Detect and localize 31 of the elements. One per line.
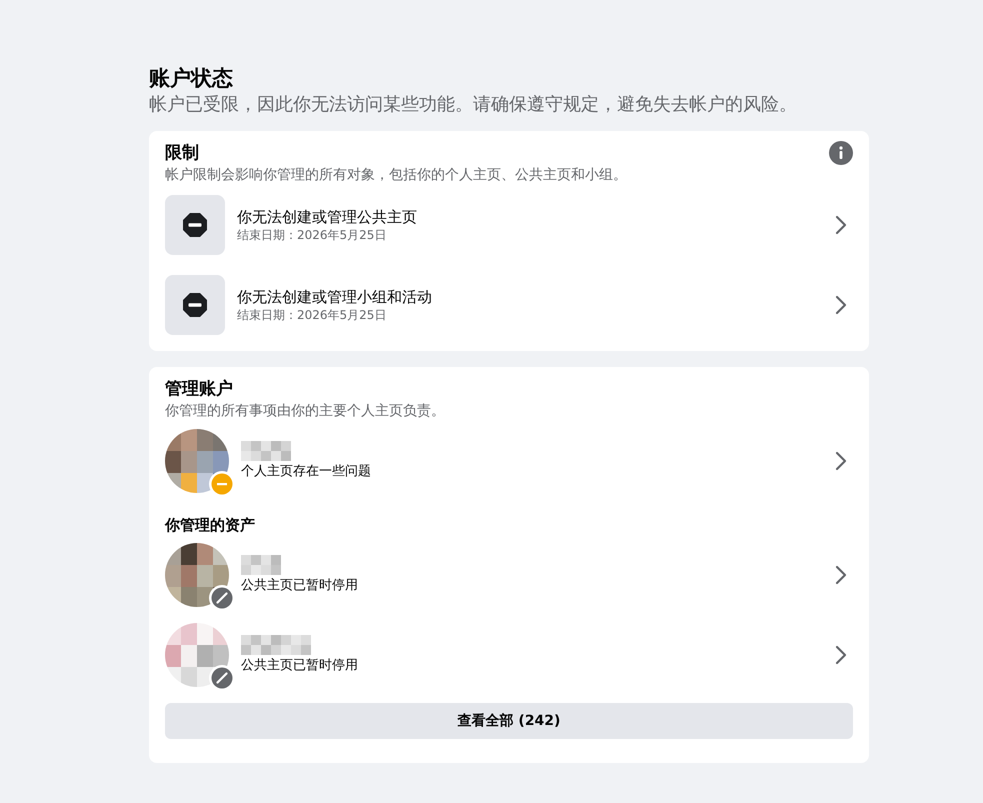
blocked-icon: [182, 292, 208, 318]
restriction-title: 你无法创建或管理公共主页: [237, 207, 418, 227]
end-date: 结束日期：2026年5月25日: [237, 307, 388, 323]
section-title: 限制: [165, 142, 200, 165]
blocked-icon: [182, 212, 208, 238]
section-title: 管理账户: [165, 378, 234, 401]
profile-status: 个人主页存在一些问题: [241, 463, 372, 481]
redacted-name-drawing: [241, 441, 291, 461]
asset-item[interactable]: 公共主页已暂时停用: [165, 535, 853, 615]
redacted-name-drawing: [241, 635, 311, 655]
asset-status: 公共主页已暂时停用: [241, 657, 359, 675]
chevron-right-icon: [835, 295, 847, 315]
section-description: 帐户限制会影响你管理的所有对象，包括你的个人主页、公共主页和小组。: [165, 166, 627, 185]
restriction-item[interactable]: 你无法创建或管理公共主页 结束日期：2026年5月25日: [165, 185, 853, 265]
page-subtitle: 帐户已受限，因此你无法访问某些功能。请确保遵守规定，避免失去帐户的风险。: [149, 93, 798, 117]
chevron-right-icon: [835, 451, 847, 471]
restriction-item[interactable]: 你无法创建或管理小组和活动 结束日期：2026年5月25日: [165, 265, 853, 345]
asset-status: 公共主页已暂时停用: [241, 577, 359, 595]
section-description: 你管理的所有事项由你的主要个人主页负责。: [165, 402, 446, 421]
redacted-name-drawing: [241, 555, 281, 575]
view-all-button[interactable]: 查看全部 (242): [165, 703, 853, 739]
info-icon[interactable]: [829, 141, 853, 165]
assets-heading: 你管理的资产: [165, 515, 256, 535]
page-title: 账户状态: [149, 65, 234, 92]
restriction-title: 你无法创建或管理小组和活动: [237, 287, 433, 307]
asset-item[interactable]: 公共主页已暂时停用: [165, 615, 853, 695]
end-date: 结束日期：2026年5月25日: [237, 227, 388, 243]
chevron-right-icon: [835, 645, 847, 665]
chevron-right-icon: [835, 215, 847, 235]
profile-item[interactable]: 个人主页存在一些问题: [165, 421, 853, 501]
chevron-right-icon: [835, 565, 847, 585]
